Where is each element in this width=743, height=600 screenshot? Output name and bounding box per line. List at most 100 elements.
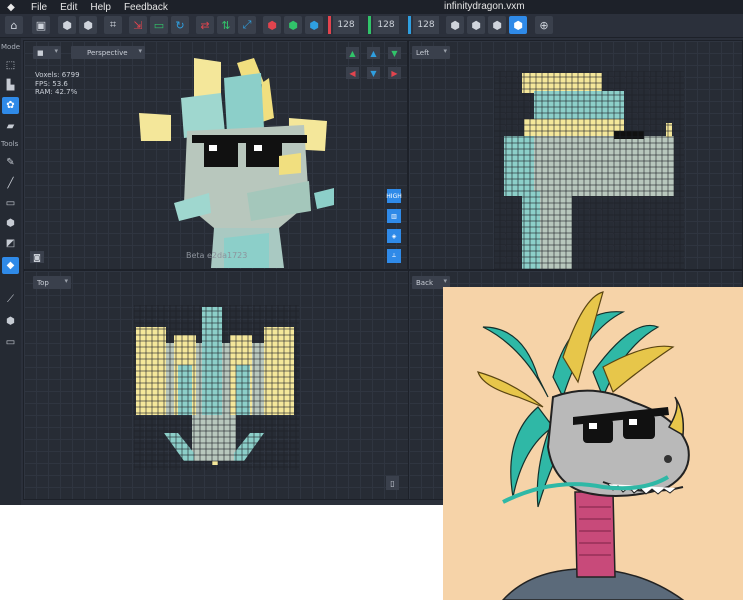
box-icon[interactable]: ⬢	[2, 313, 19, 330]
top-viewport[interactable]: Top ▾ ▯	[23, 270, 443, 500]
line-icon[interactable]: ╱	[2, 175, 19, 192]
shade-solid-icon[interactable]: ⬢	[446, 16, 464, 34]
rect-icon[interactable]: ▭	[2, 195, 19, 212]
top-view-dropdown[interactable]: Top ▾	[33, 276, 71, 289]
pencil-icon[interactable]: ✎	[2, 154, 19, 171]
voxel-model-top	[134, 305, 299, 470]
dimension-z-input[interactable]: 128	[413, 16, 439, 34]
crop-icon[interactable]: ⌗	[104, 16, 122, 34]
glasses-lens-left	[583, 419, 613, 443]
eraser-icon[interactable]: ▰	[2, 118, 19, 135]
rotate-up-left-icon[interactable]: ▲	[346, 47, 359, 59]
shade-grid-icon[interactable]: ⬢	[467, 16, 485, 34]
reference-dragon-artwork	[443, 287, 743, 600]
flip-z-icon[interactable]: ⤢	[238, 16, 256, 34]
voxel-icon[interactable]: ▙	[2, 77, 19, 94]
shade-wire-icon[interactable]: ⬢	[488, 16, 506, 34]
window-title: infinitydragon.vxm	[444, 1, 525, 12]
menubar: ◆ File Edit Help Feedback infinitydragon…	[0, 0, 743, 14]
camera-icon[interactable]: ◙	[30, 251, 44, 263]
left-view-dropdown[interactable]: Left ▾	[412, 46, 450, 59]
horn	[279, 153, 301, 175]
crest	[224, 73, 264, 133]
camera-value: Perspective	[87, 48, 128, 57]
select-icon[interactable]: ⬚	[2, 57, 19, 74]
save-icon[interactable]: ▣	[32, 16, 50, 34]
neck	[574, 491, 616, 578]
menu-help[interactable]: Help	[90, 2, 111, 13]
view-axes-button[interactable]: ⟂	[387, 249, 401, 263]
rotate-icon[interactable]: ↻	[171, 16, 189, 34]
cube-remove-icon[interactable]: ⬢	[79, 16, 97, 34]
flip-y-icon[interactable]: ⇅	[217, 16, 235, 34]
shade-active-icon[interactable]: ⬢	[509, 16, 527, 34]
rotate-up-icon[interactable]: ▲	[367, 47, 380, 59]
yellow-hair	[477, 291, 675, 408]
menu-edit[interactable]: Edit	[60, 2, 77, 13]
rotate-down-icon[interactable]: ▼	[388, 47, 401, 59]
phone-preview-icon[interactable]: ▯	[386, 476, 399, 490]
glasses-glint	[254, 145, 262, 151]
chevron-down-icon: ▾	[64, 277, 68, 285]
chevron-down-icon: ▾	[443, 47, 447, 55]
dimension-y-input[interactable]: 128	[373, 16, 399, 34]
voxel-count: Voxels: 6799	[35, 71, 80, 79]
stats-overlay: Voxels: 6799 FPS: 53.6 RAM: 42.7%	[35, 71, 80, 97]
green-cube-icon[interactable]: ⬢	[284, 16, 302, 34]
extrude-icon[interactable]: ◩	[2, 235, 19, 252]
glasses-lens-right	[246, 141, 282, 167]
rotate-center-icon[interactable]: ▼	[367, 67, 380, 79]
lens-glint	[629, 419, 637, 425]
beta-watermark: Beta e2da1723	[186, 251, 248, 260]
view-grid-button[interactable]: ▥	[387, 209, 401, 223]
whisker	[314, 188, 334, 209]
nostril	[664, 455, 672, 463]
glasses-lens-left	[204, 141, 238, 167]
tools-label: Tools	[1, 140, 19, 148]
perspective-viewport[interactable]: ■ ▾ Perspective ▾ Voxels: 6799 FPS: 53.6…	[23, 40, 408, 270]
target-icon[interactable]: ⊕	[535, 16, 553, 34]
display-icon[interactable]: ▭	[2, 334, 19, 351]
menu-feedback[interactable]: Feedback	[124, 2, 168, 13]
chevron-down-icon: ▾	[54, 47, 58, 55]
y-axis-marker	[368, 16, 371, 34]
red-cube-icon[interactable]: ⬢	[263, 16, 281, 34]
blue-cube-icon[interactable]: ⬢	[305, 16, 323, 34]
view-layers-button[interactable]: ◈	[387, 229, 401, 243]
screen-icon[interactable]: ▭	[150, 16, 168, 34]
toolbar: ⌂ ▣ ⬢ ⬢ ⌗ ⇲ ▭ ↻ ⇄ ⇅ ⤢ ⬢ ⬢ ⬢ 128 128 128 …	[0, 14, 743, 38]
glasses-lens-right	[623, 415, 655, 439]
cube-icon[interactable]: ⬢	[2, 215, 19, 232]
picker-icon[interactable]: ⟋	[2, 291, 19, 308]
voxel-model-perspective	[139, 58, 334, 268]
left-view-label: Left	[416, 48, 430, 57]
menu-file[interactable]: File	[31, 2, 47, 13]
left-viewport[interactable]: Left ▾	[408, 40, 743, 271]
render-mode-value: ■	[37, 48, 44, 57]
spike-far-left	[139, 113, 171, 141]
fps-readout: FPS: 53.6	[35, 79, 68, 88]
dragon-illustration	[477, 291, 690, 600]
cube-add-icon[interactable]: ⬢	[58, 16, 76, 34]
ram-readout: RAM: 42.7%	[35, 88, 78, 96]
rotate-right-icon[interactable]: ▶	[388, 67, 401, 79]
left-tool-panel: Mode ⬚ ▙ ✿ ▰ Tools ✎ ╱ ▭ ⬢ ◩ ◆ ⟋ ⬢ ▭	[0, 38, 21, 505]
dragon-head	[546, 389, 690, 497]
rotate-left-icon[interactable]: ◀	[346, 67, 359, 79]
palette-icon[interactable]: ✿	[2, 97, 19, 114]
view-high-button[interactable]: HIGH	[386, 189, 402, 203]
render-mode-dropdown[interactable]: ■ ▾	[33, 46, 61, 59]
voxel-model-left	[494, 71, 684, 271]
x-axis-marker	[328, 16, 331, 34]
import-icon[interactable]: ⇲	[129, 16, 147, 34]
lens-glint	[589, 423, 597, 429]
dimension-x-input[interactable]: 128	[333, 16, 359, 34]
back-view-label: Back	[416, 278, 433, 287]
mode-label: Mode	[1, 43, 21, 51]
app-logo-icon: ◆	[7, 1, 15, 13]
flip-x-icon[interactable]: ⇄	[196, 16, 214, 34]
top-view-label: Top	[37, 278, 49, 287]
home-icon[interactable]: ⌂	[5, 16, 23, 34]
fill-icon[interactable]: ◆	[2, 257, 19, 274]
glasses-glint	[209, 145, 217, 151]
